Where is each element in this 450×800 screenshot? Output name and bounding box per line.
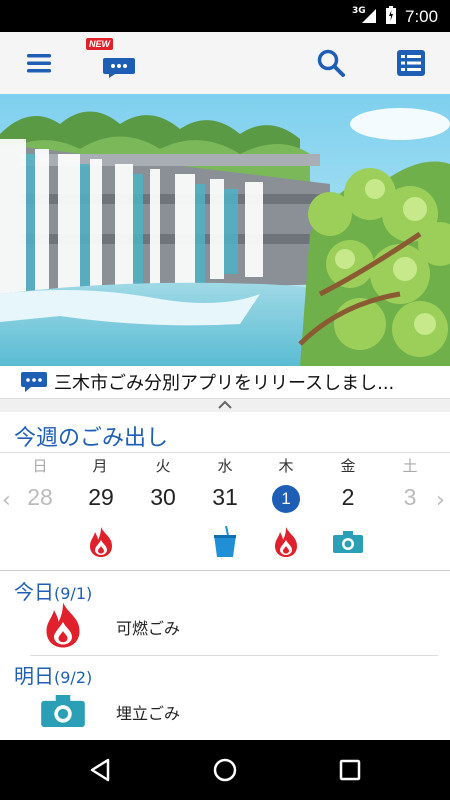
news-button[interactable]: NEW bbox=[86, 38, 142, 86]
menu-button[interactable] bbox=[16, 40, 62, 86]
date-cell[interactable]: 30 bbox=[138, 484, 188, 511]
weekday-header: 日 月 火 水 木 金 土 bbox=[0, 452, 450, 475]
tomorrow-garbage-type[interactable]: 埋立ごみ bbox=[116, 700, 180, 724]
list-button[interactable] bbox=[388, 40, 434, 86]
battery-icon bbox=[386, 6, 396, 24]
search-button[interactable] bbox=[308, 40, 354, 86]
cup-icon bbox=[214, 526, 236, 557]
home-circle-icon bbox=[213, 758, 237, 782]
hamburger-menu-icon bbox=[27, 54, 51, 73]
tomorrow-heading: 明日(9/2) bbox=[14, 660, 92, 689]
container-icon[interactable] bbox=[205, 524, 245, 560]
news-headline: 三木市ごみ分別アプリをリリースしまし... bbox=[54, 373, 395, 394]
back-button[interactable] bbox=[86, 756, 114, 784]
app-bar: NEW bbox=[0, 32, 450, 94]
date-cell[interactable]: 31 bbox=[200, 484, 250, 511]
prev-week-button[interactable]: ‹ bbox=[2, 488, 11, 513]
collapse-handle[interactable] bbox=[0, 398, 450, 412]
weekday-wed: 水 bbox=[217, 457, 233, 475]
hero-banner bbox=[0, 94, 450, 366]
system-nav-bar bbox=[0, 740, 450, 800]
clock: 7:00 bbox=[405, 7, 439, 26]
tomorrow-label: 明日 bbox=[14, 664, 54, 688]
camera-icon bbox=[333, 531, 363, 553]
fire-icon bbox=[90, 527, 112, 557]
fire-icon bbox=[275, 527, 297, 557]
today-garbage-icon bbox=[40, 602, 86, 648]
tomorrow-garbage-icon bbox=[40, 688, 86, 734]
weekday-fri: 金 bbox=[340, 457, 356, 475]
home-button[interactable] bbox=[211, 756, 239, 784]
weekday-sun: 日 bbox=[32, 457, 48, 475]
list-icon bbox=[397, 50, 425, 76]
status-bar: 3G 7:00 bbox=[0, 0, 450, 32]
weekday-sat: 土 bbox=[402, 457, 418, 475]
tomorrow-date: (9/2) bbox=[54, 668, 93, 687]
recents-square-icon bbox=[339, 759, 361, 781]
new-badge: NEW bbox=[86, 38, 113, 50]
burnable-icon[interactable] bbox=[81, 524, 121, 560]
recents-button[interactable] bbox=[336, 756, 364, 784]
fire-icon bbox=[46, 602, 80, 648]
back-triangle-icon bbox=[90, 758, 110, 782]
date-cell[interactable]: 3 bbox=[385, 484, 435, 511]
weekday-tue: 火 bbox=[155, 457, 171, 475]
garbage-icon-row bbox=[0, 524, 450, 564]
date-row: ‹ 28 29 30 31 1 2 3 › bbox=[0, 476, 450, 524]
date-cell[interactable]: 29 bbox=[76, 484, 126, 511]
news-ticker[interactable]: 三木市ごみ分別アプリをリリースしまし... bbox=[0, 366, 450, 398]
signal-icon bbox=[362, 9, 376, 23]
date-cell[interactable]: 28 bbox=[15, 484, 65, 511]
search-icon bbox=[317, 49, 345, 77]
section-separator bbox=[0, 570, 450, 571]
date-cell[interactable]: 2 bbox=[323, 484, 373, 511]
landfill-icon[interactable] bbox=[328, 524, 368, 560]
burnable-icon[interactable] bbox=[266, 524, 306, 560]
weekday-mon: 月 bbox=[92, 457, 108, 475]
day-divider bbox=[30, 655, 438, 656]
next-week-button[interactable]: › bbox=[436, 488, 445, 513]
waterfall-illustration bbox=[0, 94, 450, 366]
news-chat-icon bbox=[21, 372, 47, 392]
weekday-thu: 木 bbox=[278, 457, 294, 475]
camera-icon bbox=[41, 695, 85, 727]
week-title: 今週のごみ出し bbox=[14, 426, 169, 451]
today-garbage-type[interactable]: 可燃ごみ bbox=[116, 615, 180, 639]
date-cell-today[interactable]: 1 bbox=[261, 489, 311, 509]
chevron-up-icon bbox=[218, 400, 232, 409]
chat-bubble-icon bbox=[103, 58, 135, 78]
